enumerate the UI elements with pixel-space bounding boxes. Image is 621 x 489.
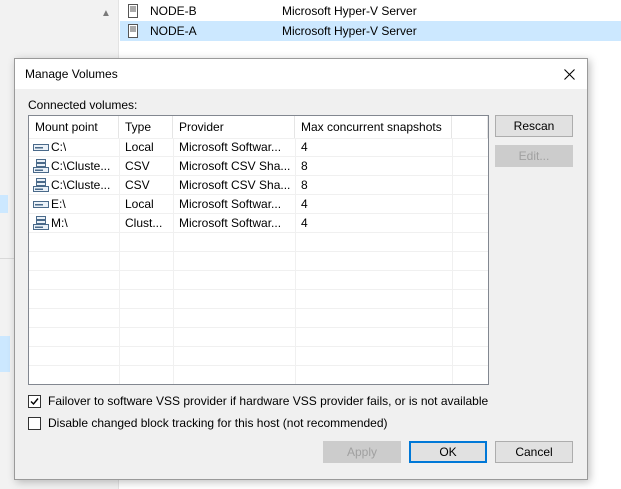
volume-type: Clust...: [125, 216, 163, 230]
mount-point: M:\: [51, 216, 68, 230]
local-disk-icon: [33, 144, 49, 151]
column-header-provider[interactable]: Provider: [173, 116, 295, 138]
checkbox-box[interactable]: [28, 394, 41, 408]
host-row-selected[interactable]: NODE-A Microsoft Hyper-V Server: [120, 21, 621, 41]
empty-row: [29, 347, 488, 366]
host-name: NODE-B: [150, 4, 197, 18]
column-header-filler: [452, 116, 488, 138]
failover-checkbox[interactable]: Failover to software VSS provider if har…: [28, 394, 488, 408]
mount-point: C:\Cluste...: [51, 159, 111, 173]
volume-type: Local: [125, 140, 154, 154]
cluster-disk-icon: [33, 159, 49, 173]
volume-rows: C:\ Local Microsoft Softwar... 4 C:\Clus…: [29, 138, 488, 384]
mount-point-cell: C:\Cluste...: [29, 157, 119, 175]
server-icon: [128, 4, 138, 18]
volume-row[interactable]: M:\ Clust... Microsoft Softwar... 4: [29, 214, 488, 233]
disable-cbt-checkbox[interactable]: Disable changed block tracking for this …: [28, 416, 388, 430]
mount-point-cell: M:\: [29, 214, 119, 232]
host-name: NODE-A: [150, 24, 197, 38]
volume-type: CSV: [125, 178, 150, 192]
volume-provider: Microsoft CSV Sha...: [179, 178, 291, 192]
volumes-list[interactable]: Mount point Type Provider Max concurrent…: [28, 115, 489, 385]
volume-row[interactable]: C:\Cluste... CSV Microsoft CSV Sha... 8: [29, 176, 488, 195]
volume-provider: Microsoft Softwar...: [179, 216, 282, 230]
edit-button[interactable]: Edit...: [495, 145, 573, 167]
empty-row: [29, 366, 488, 384]
local-disk-icon: [33, 201, 49, 208]
mount-point: C:\Cluste...: [51, 178, 111, 192]
column-header-mount-point[interactable]: Mount point: [29, 116, 119, 138]
empty-row: [29, 328, 488, 347]
volume-type: CSV: [125, 159, 150, 173]
empty-row: [29, 290, 488, 309]
host-row[interactable]: NODE-B Microsoft Hyper-V Server: [120, 1, 621, 21]
mount-point: C:\: [51, 140, 67, 154]
volume-max-snapshots: 4: [301, 216, 308, 230]
close-icon: [563, 68, 575, 80]
empty-row: [29, 233, 488, 252]
cluster-disk-icon: [33, 178, 49, 192]
volume-max-snapshots: 4: [301, 140, 308, 154]
volume-provider: Microsoft Softwar...: [179, 140, 282, 154]
server-icon: [128, 24, 138, 38]
volume-provider: Microsoft CSV Sha...: [179, 159, 291, 173]
host-type: Microsoft Hyper-V Server: [282, 24, 417, 38]
connected-volumes-label: Connected volumes:: [28, 98, 138, 112]
ok-button[interactable]: OK: [409, 441, 487, 463]
disable-cbt-label: Disable changed block tracking for this …: [48, 416, 388, 430]
host-type: Microsoft Hyper-V Server: [282, 4, 417, 18]
rescan-button[interactable]: Rescan: [495, 115, 573, 137]
mount-point: E:\: [51, 197, 66, 211]
column-header-type[interactable]: Type: [119, 116, 173, 138]
cancel-button[interactable]: Cancel: [495, 441, 573, 463]
manage-volumes-dialog: Manage Volumes Connected volumes: Mount …: [14, 58, 588, 480]
dialog-titlebar: Manage Volumes: [15, 59, 587, 89]
empty-row: [29, 271, 488, 290]
mount-point-cell: C:\: [29, 138, 119, 156]
empty-row: [29, 252, 488, 271]
failover-label: Failover to software VSS provider if har…: [48, 394, 489, 408]
volume-max-snapshots: 8: [301, 178, 308, 192]
close-button[interactable]: [557, 62, 581, 86]
dialog-title: Manage Volumes: [25, 67, 118, 81]
scroll-up-icon[interactable]: ▲: [101, 8, 111, 19]
empty-row: [29, 309, 488, 328]
mount-point-cell: C:\Cluste...: [29, 176, 119, 194]
checkmark-icon: [30, 397, 39, 405]
checkbox-box[interactable]: [28, 416, 41, 430]
volume-row[interactable]: C:\ Local Microsoft Softwar... 4: [29, 138, 488, 157]
volume-provider: Microsoft Softwar...: [179, 197, 282, 211]
volume-row[interactable]: C:\Cluste... CSV Microsoft CSV Sha... 8: [29, 157, 488, 176]
nav-selection-highlight: [0, 336, 10, 372]
volume-max-snapshots: 4: [301, 197, 308, 211]
volume-max-snapshots: 8: [301, 159, 308, 173]
apply-button[interactable]: Apply: [323, 441, 401, 463]
volume-row[interactable]: E:\ Local Microsoft Softwar... 4: [29, 195, 488, 214]
cluster-disk-icon: [33, 216, 49, 230]
list-header: Mount point Type Provider Max concurrent…: [29, 116, 488, 139]
mount-point-cell: E:\: [29, 195, 119, 213]
volume-type: Local: [125, 197, 154, 211]
nav-selection-highlight: [0, 195, 8, 213]
column-header-max-snapshots[interactable]: Max concurrent snapshots: [295, 116, 452, 138]
